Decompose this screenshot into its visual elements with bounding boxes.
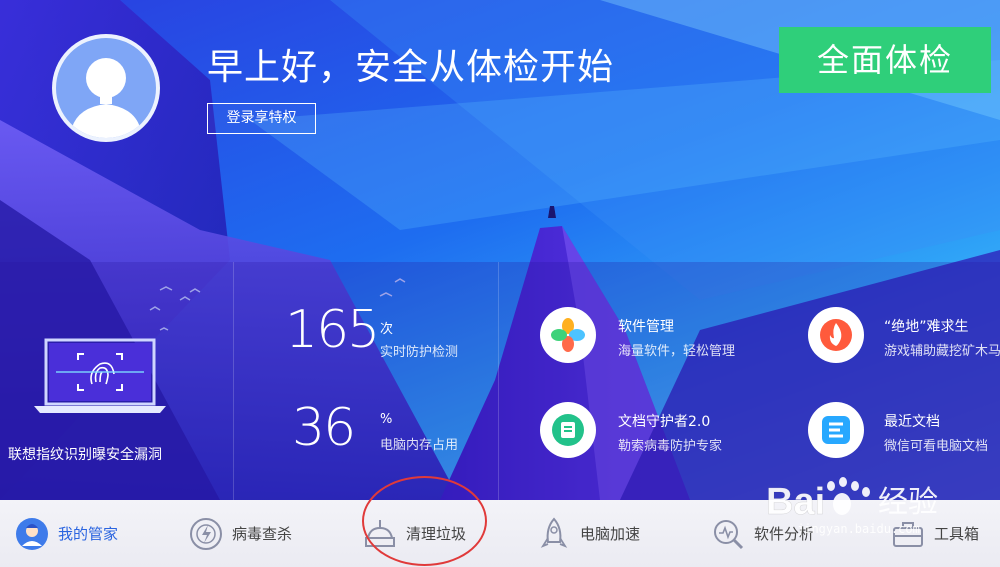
fingerprint-laptop-icon[interactable] <box>34 336 166 416</box>
feature-subtitle: 勒索病毒防护专家 <box>618 439 723 454</box>
feature-subtitle: 游戏辅助藏挖矿木马 <box>884 344 1000 359</box>
recent-docs-icon[interactable] <box>808 402 864 458</box>
nav-label: 病毒查杀 <box>232 525 293 543</box>
flame-icon[interactable] <box>808 307 864 363</box>
panel-divider <box>233 262 234 500</box>
virus-scan-icon <box>190 517 222 550</box>
stat-desc: 电脑内存占用 <box>380 438 459 453</box>
user-avatar[interactable] <box>52 34 160 142</box>
hero-banner: 早上好，安全从体检开始 登录享特权 全面体检 联想指纹识别曝安全漏洞 165 次… <box>0 0 1000 500</box>
feature-subtitle: 海量软件，轻松管理 <box>618 344 736 359</box>
nav-label: 电脑加速 <box>580 525 641 543</box>
stat-unit: % <box>380 412 393 427</box>
stat-value: 165 <box>285 300 380 360</box>
feature-subtitle: 微信可看电脑文档 <box>884 439 989 454</box>
nav-item-pc-speedup[interactable]: 电脑加速 <box>536 500 640 567</box>
feature-title[interactable]: 文档守护者2.0 <box>618 411 710 431</box>
watermark-url: jingyan.baidu.com <box>797 522 920 536</box>
nav-label: 我的管家 <box>58 525 119 543</box>
butler-icon <box>16 517 48 550</box>
software-analysis-icon <box>714 519 744 549</box>
stat-desc: 实时防护检测 <box>380 345 459 360</box>
fingerprint-news-label[interactable]: 联想指纹识别曝安全漏洞 <box>8 444 162 464</box>
document-shield-icon[interactable] <box>540 402 596 458</box>
nav-label: 清理垃圾 <box>406 525 467 543</box>
nav-item-my-butler[interactable]: 我的管家 <box>14 500 118 567</box>
stat-unit: 次 <box>380 322 394 337</box>
tencent-pc-manager-window: 早上好，安全从体检开始 登录享特权 全面体检 联想指纹识别曝安全漏洞 165 次… <box>0 0 1000 567</box>
nav-label: 工具箱 <box>934 525 980 543</box>
stat-value: 36 <box>292 398 356 458</box>
login-button[interactable]: 登录享特权 <box>207 103 316 134</box>
panel-divider <box>498 262 499 500</box>
avatar-silhouette-icon <box>70 58 142 138</box>
feature-title[interactable]: “绝地”难求生 <box>884 316 969 336</box>
nav-item-cleanup[interactable]: 清理垃圾 <box>362 500 466 567</box>
feature-title[interactable]: 软件管理 <box>618 316 674 336</box>
nav-item-virus-scan[interactable]: 病毒查杀 <box>188 500 292 567</box>
feature-title[interactable]: 最近文档 <box>884 411 940 431</box>
cleanup-icon <box>365 519 395 547</box>
full-scan-button[interactable]: 全面体检 <box>779 27 991 93</box>
clover-icon[interactable] <box>540 307 596 363</box>
greeting-title: 早上好，安全从体检开始 <box>207 47 615 88</box>
rocket-icon <box>540 516 568 548</box>
